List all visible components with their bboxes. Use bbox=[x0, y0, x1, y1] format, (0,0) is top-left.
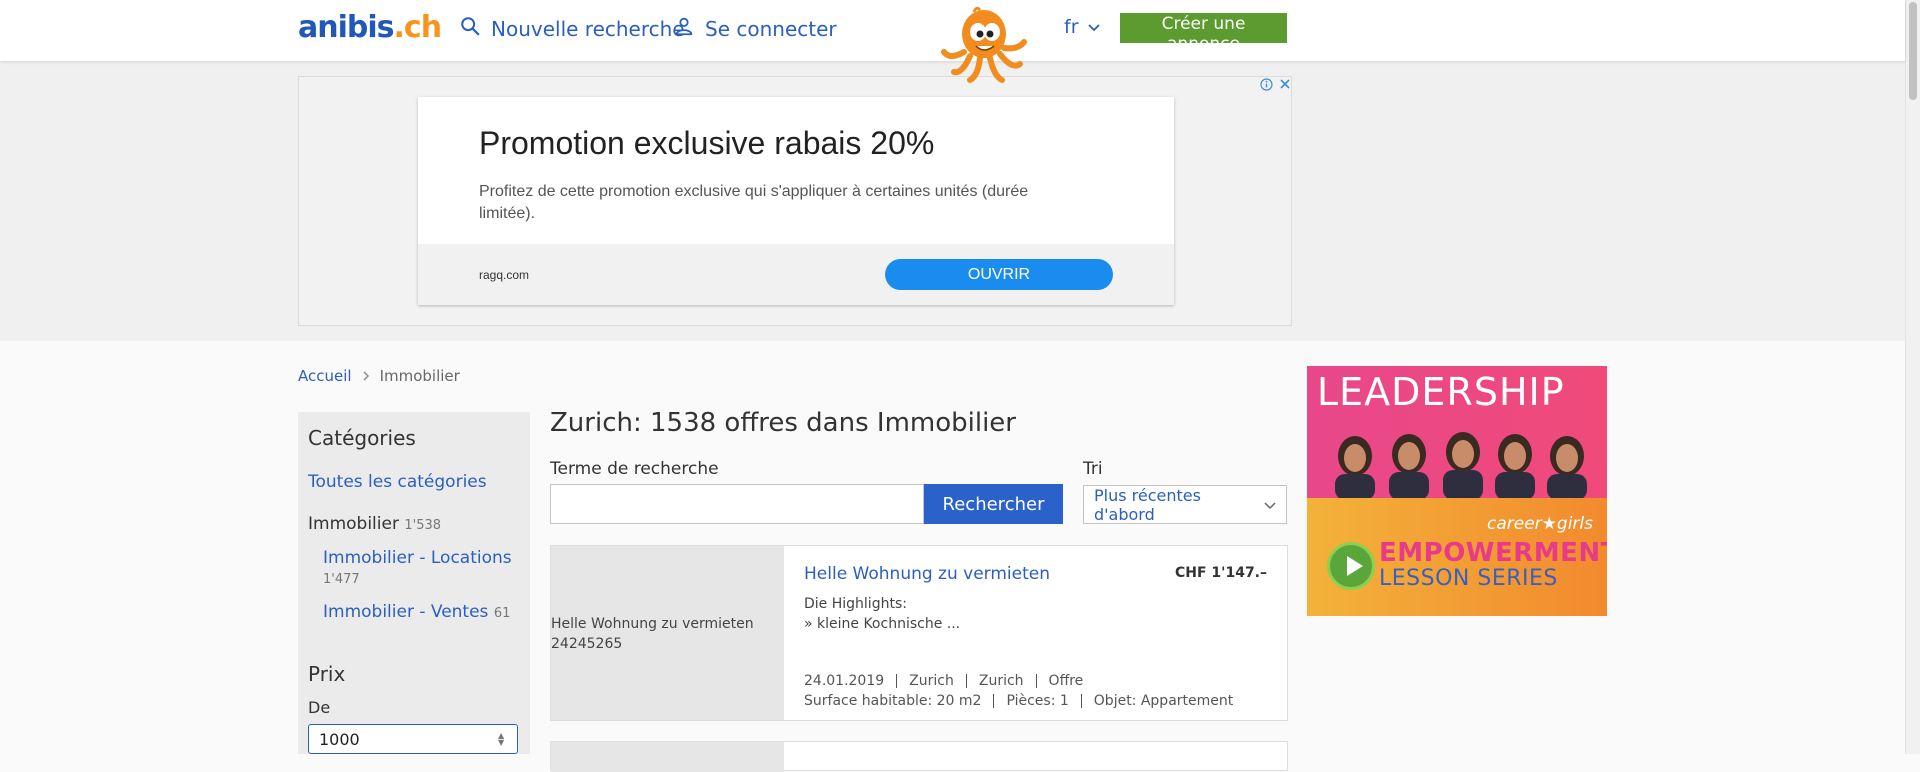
listing-image[interactable] bbox=[551, 742, 784, 772]
breadcrumb: Accueil Immobilier bbox=[298, 367, 460, 385]
listing-meta-row: 24.01.2019 Zurich Zurich Offre bbox=[804, 674, 1095, 688]
logo-text: anibis bbox=[298, 10, 394, 45]
chevron-down-icon bbox=[1264, 495, 1276, 514]
listing-image-alt: Helle Wohnung zu vermieten 24245265 bbox=[551, 616, 754, 652]
octopus-mascot-icon bbox=[941, 6, 1027, 83]
side-ad-banner[interactable]: LEADERSHIP career★girls EMPOWERMENT LESS… bbox=[1307, 366, 1607, 616]
chevron-right-icon bbox=[362, 367, 370, 385]
create-ad-button[interactable]: Créer une annonce bbox=[1120, 13, 1287, 54]
play-icon[interactable] bbox=[1327, 542, 1375, 590]
side-ad-brand: career★girls bbox=[1487, 514, 1593, 534]
listing-rooms: Pièces: 1 bbox=[993, 694, 1080, 708]
category-locations-count: 1'477 bbox=[323, 572, 360, 587]
user-icon bbox=[673, 15, 695, 42]
listing-object: Objet: Appartement bbox=[1080, 694, 1245, 708]
login-label: Se connecter bbox=[705, 16, 837, 41]
people-illustration-icon bbox=[1335, 432, 1587, 500]
filter-sidebar: Catégories Toutes les catégories Immobil… bbox=[298, 412, 530, 754]
search-input[interactable] bbox=[550, 484, 924, 524]
all-categories-link[interactable]: Toutes les catégories bbox=[308, 472, 487, 492]
listing-description-line: Die Highlights: bbox=[804, 596, 907, 612]
info-icon[interactable] bbox=[1260, 78, 1273, 95]
login-link[interactable]: Se connecter bbox=[673, 15, 837, 42]
side-ad-headline: LEADERSHIP bbox=[1317, 370, 1565, 414]
search-icon bbox=[459, 15, 481, 42]
page-title: Zurich: 1538 offres dans Immobilier bbox=[550, 408, 1016, 438]
close-icon[interactable] bbox=[1279, 78, 1291, 95]
logo-dot: . bbox=[393, 10, 405, 45]
ad-card[interactable]: Promotion exclusive rabais 20% Profitez … bbox=[418, 97, 1174, 305]
price-from-label: De bbox=[308, 698, 331, 717]
search-button[interactable]: Rechercher bbox=[924, 484, 1063, 524]
stepper-arrows-icon[interactable]: ▲ ▼ bbox=[498, 732, 504, 747]
search-term-label: Terme de recherche bbox=[550, 459, 719, 479]
chevron-down-icon bbox=[1087, 16, 1101, 38]
sort-value: Plus récentes d'abord bbox=[1094, 485, 1201, 524]
ad-footer: ragq.com OUVRIR bbox=[418, 244, 1174, 305]
listing-price: CHF 1'147.– bbox=[1175, 565, 1267, 581]
category-locations-link[interactable]: Immobilier - Locations bbox=[323, 548, 523, 568]
listing-city: Zurich bbox=[896, 674, 966, 688]
side-ad-line1: EMPOWERMENT bbox=[1379, 538, 1607, 568]
listing-surface: Surface habitable: 20 m2 bbox=[804, 693, 982, 709]
new-search-label: Nouvelle recherche bbox=[491, 16, 685, 41]
listing-card[interactable] bbox=[550, 741, 1288, 772]
sort-label: Tri bbox=[1083, 459, 1103, 479]
sort-select[interactable]: Plus récentes d'abord bbox=[1083, 485, 1287, 524]
page-scrollbar[interactable] bbox=[1905, 0, 1920, 754]
category-immobilier-label: Immobilier bbox=[308, 514, 399, 534]
listing-type: Offre bbox=[1035, 674, 1096, 688]
listing-details-row: Surface habitable: 20 m2 Pièces: 1 Objet… bbox=[804, 694, 1245, 708]
ad-domain: ragq.com bbox=[479, 268, 530, 282]
price-from-input[interactable] bbox=[308, 724, 518, 754]
listing-region: Zurich bbox=[965, 674, 1036, 688]
category-ventes-count: 61 bbox=[493, 606, 511, 621]
breadcrumb-home[interactable]: Accueil bbox=[298, 367, 352, 385]
language-value: fr bbox=[1064, 16, 1079, 38]
ad-open-button[interactable]: OUVRIR bbox=[885, 259, 1113, 290]
breadcrumb-current: Immobilier bbox=[379, 367, 460, 385]
listing-title[interactable]: Helle Wohnung zu vermieten bbox=[804, 564, 1050, 584]
ad-choices[interactable] bbox=[1260, 78, 1291, 95]
anibis-logo[interactable]: anibis.ch bbox=[298, 10, 442, 45]
ad-body: Profitez de cette promotion exclusive qu… bbox=[479, 183, 1029, 222]
category-ventes-label[interactable]: Immobilier - Ventes bbox=[323, 602, 488, 622]
listing-description: Die Highlights: » kleine Kochnische ... bbox=[804, 594, 960, 634]
category-immobilier-count: 1'538 bbox=[404, 518, 442, 533]
ad-headline: Promotion exclusive rabais 20% bbox=[479, 125, 935, 161]
categories-title: Catégories bbox=[308, 426, 416, 450]
category-immobilier: Immobilier 1'538 bbox=[308, 514, 441, 534]
language-selector[interactable]: fr bbox=[1064, 16, 1101, 38]
price-title: Prix bbox=[308, 662, 346, 686]
listing-date: 24.01.2019 bbox=[804, 673, 885, 689]
new-search-link[interactable]: Nouvelle recherche bbox=[459, 15, 685, 42]
category-ventes[interactable]: Immobilier - Ventes 61 bbox=[323, 602, 510, 622]
listing-card[interactable]: Helle Wohnung zu vermieten 24245265 Hell… bbox=[550, 545, 1288, 721]
logo-tld: ch bbox=[403, 10, 442, 45]
listing-image[interactable]: Helle Wohnung zu vermieten 24245265 bbox=[551, 546, 784, 720]
listing-description-line: » kleine Kochnische ... bbox=[804, 616, 961, 632]
scrollbar-thumb[interactable] bbox=[1909, 2, 1917, 100]
side-ad-line2: LESSON SERIES bbox=[1379, 566, 1558, 591]
